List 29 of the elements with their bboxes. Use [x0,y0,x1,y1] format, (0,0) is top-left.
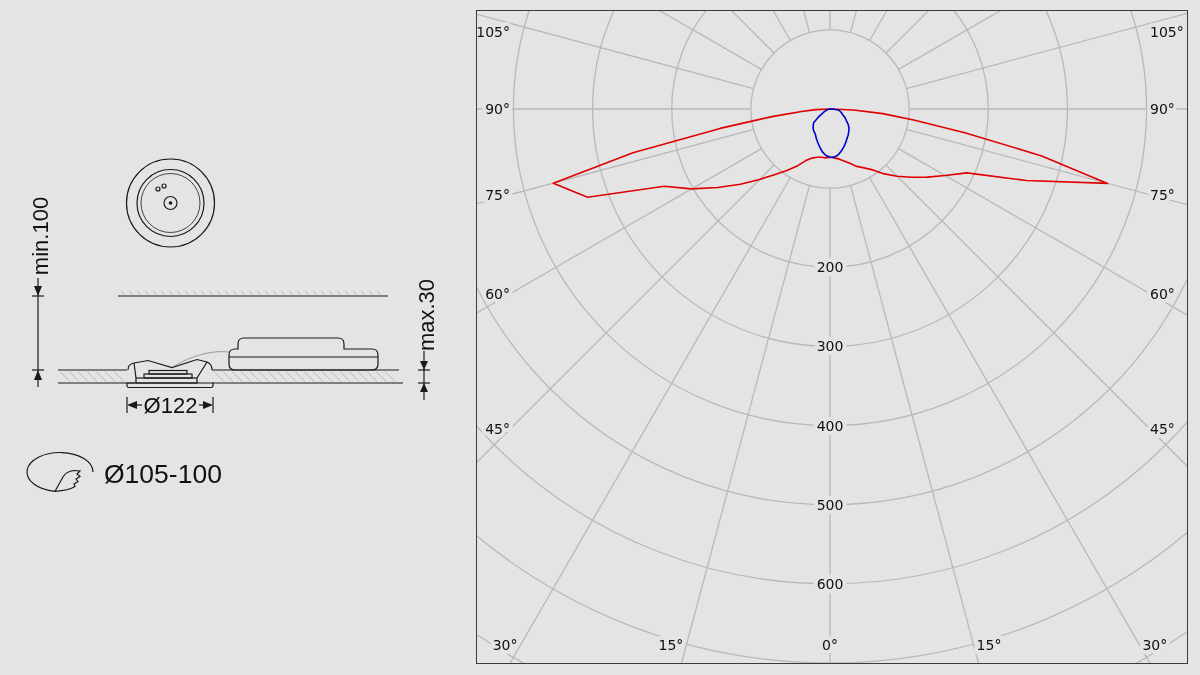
angle-label: 75° [485,186,510,203]
angle-label: 0° [822,637,838,653]
angle-label: 30° [492,637,518,653]
angle-label: 45° [485,421,510,437]
intensity-label: 200 [816,259,844,276]
intensity-label: 600 [816,575,844,592]
angle-label: 105° [476,24,510,40]
angle-label: 60° [1150,285,1175,302]
angle-label: 45° [1150,421,1175,437]
angle-label: 90° [485,101,510,117]
height-dimension-label: min.100 [28,196,53,276]
cutout-diameter-label: Ø105-100 [104,459,222,489]
cable-line [173,351,230,367]
angle-label: 105° [1150,24,1184,40]
intensity-label: 400 [816,417,844,434]
dimension-arrow [198,396,214,414]
angle-label: 90° [1150,101,1175,117]
angle-label: 60° [485,285,510,302]
depth-dimension-label: max.30 [414,278,439,352]
dimension-arrow [126,396,143,414]
angle-label: 30° [1142,637,1168,653]
hole-cutout-icon [26,451,94,492]
angle-label: 15° [976,637,1002,653]
dimension-line [417,350,431,401]
diameter-dimension-label: Ø122 [143,393,198,418]
angle-label: 75° [1150,186,1175,203]
angle-label: 15° [658,637,684,653]
intensity-label: 500 [816,496,844,513]
intensity-label: 300 [816,338,844,355]
